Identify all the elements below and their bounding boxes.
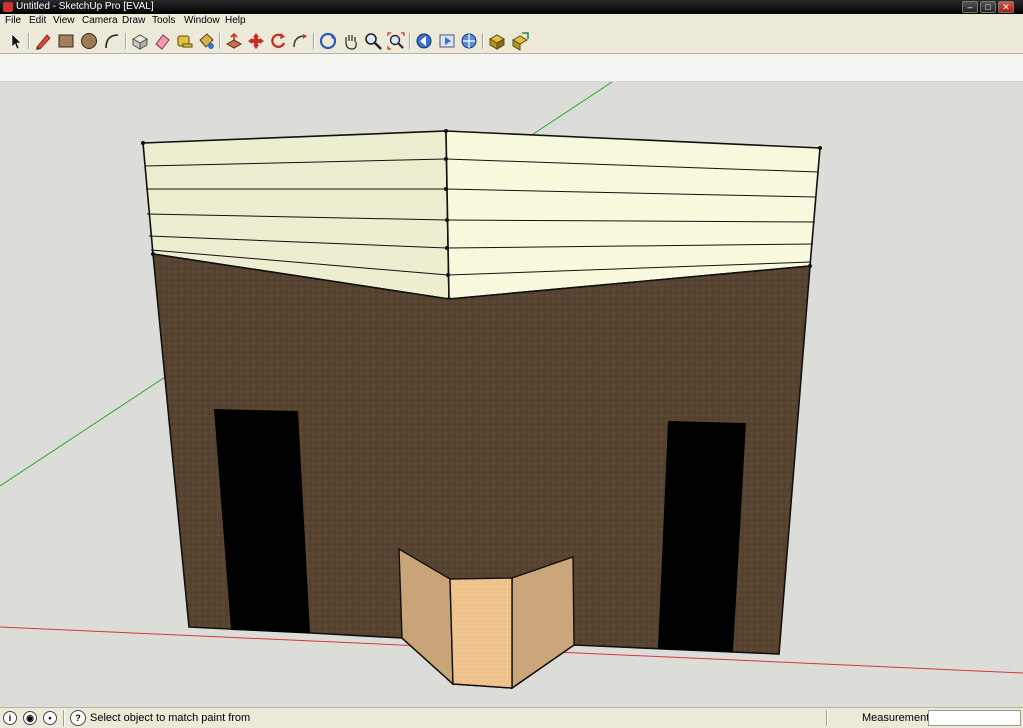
- toolbar-separator: [313, 33, 315, 49]
- toolbar-separator: [482, 33, 484, 49]
- secondary-toolbar-area: [0, 54, 1023, 82]
- toolbar-separator: [219, 33, 221, 49]
- next-view-icon[interactable]: [437, 31, 457, 51]
- previous-view-icon[interactable]: [414, 31, 434, 51]
- menu-help[interactable]: Help: [225, 15, 246, 26]
- zoom-icon[interactable]: [363, 31, 383, 51]
- measurements-input[interactable]: [928, 710, 1021, 726]
- menu-edit[interactable]: Edit: [29, 15, 46, 26]
- get-models-icon[interactable]: [487, 31, 507, 51]
- pencil-icon[interactable]: [33, 31, 53, 51]
- model-scene[interactable]: [0, 82, 1023, 707]
- geo-location-icon[interactable]: i: [3, 711, 17, 725]
- menu-camera[interactable]: Camera: [82, 15, 118, 26]
- paint-bucket-icon[interactable]: [196, 31, 216, 51]
- follow-me-icon[interactable]: [290, 31, 310, 51]
- standard-views-icon[interactable]: [459, 31, 479, 51]
- tape-measure-icon[interactable]: [174, 31, 194, 51]
- status-separator: [826, 710, 828, 726]
- toolbar-separator: [28, 33, 30, 49]
- make-component-icon[interactable]: [130, 31, 150, 51]
- zoom-extents-icon[interactable]: [386, 31, 406, 51]
- rotate-icon[interactable]: [268, 31, 288, 51]
- push-pull-icon[interactable]: [224, 31, 244, 51]
- pan-icon[interactable]: [341, 31, 361, 51]
- orbit-icon[interactable]: [318, 31, 338, 51]
- porch-front-panel[interactable]: [449, 577, 513, 689]
- menu-file[interactable]: File: [5, 15, 21, 26]
- user-icon[interactable]: •: [43, 711, 57, 725]
- arc-icon[interactable]: [102, 31, 122, 51]
- menu-draw[interactable]: Draw: [122, 15, 145, 26]
- circle-icon[interactable]: [79, 31, 99, 51]
- status-bar: i ◉ • ? Select object to match paint fro…: [0, 707, 1023, 728]
- credits-icon[interactable]: ◉: [23, 711, 37, 725]
- close-icon[interactable]: ✕: [998, 1, 1014, 13]
- eraser-icon[interactable]: [152, 31, 172, 51]
- share-model-icon[interactable]: [510, 31, 530, 51]
- right-doorway[interactable]: [658, 421, 746, 652]
- toolbar-separator: [409, 33, 411, 49]
- maximize-icon[interactable]: □: [980, 1, 996, 13]
- drawing-viewport[interactable]: [0, 82, 1023, 707]
- move-icon[interactable]: [246, 31, 266, 51]
- rectangle-icon[interactable]: [56, 31, 76, 51]
- menu-bar: File Edit View Camera Draw Tools Window …: [0, 14, 1023, 30]
- window-title: Untitled - SketchUp Pro [EVAL]: [16, 1, 154, 12]
- main-toolbar: [0, 29, 1023, 54]
- status-separator: [63, 710, 65, 726]
- toolbar-separator: [125, 33, 127, 49]
- menu-window[interactable]: Window: [184, 15, 220, 26]
- measurements-label: Measurements: [862, 712, 935, 724]
- menu-tools[interactable]: Tools: [152, 15, 175, 26]
- menu-view[interactable]: View: [53, 15, 75, 26]
- status-hint: Select object to match paint from: [90, 712, 251, 724]
- minimize-icon[interactable]: –: [962, 1, 978, 13]
- porch-right-panel[interactable]: [511, 556, 575, 690]
- select-arrow-icon[interactable]: [6, 31, 26, 51]
- title-bar: Untitled - SketchUp Pro [EVAL] – □ ✕: [0, 0, 1023, 14]
- help-icon[interactable]: ?: [70, 710, 86, 726]
- sketchup-app-icon[interactable]: [3, 2, 13, 12]
